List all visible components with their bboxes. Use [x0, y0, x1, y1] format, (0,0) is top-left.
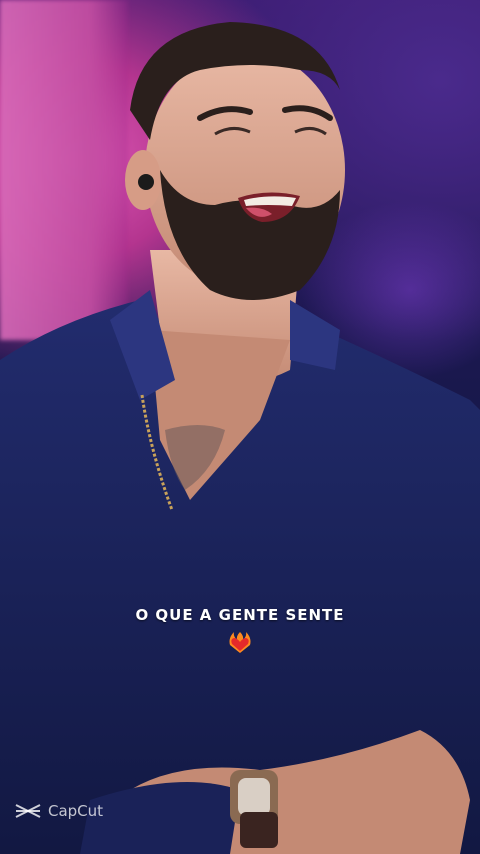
- video-caption: O QUE A GENTE SENTE: [135, 606, 345, 624]
- video-frame: O QUE A GENTE SENTE CapCut: [0, 0, 480, 854]
- capcut-watermark: CapCut: [14, 800, 103, 822]
- heart-on-fire-icon: [229, 632, 251, 653]
- watermark-label: CapCut: [48, 802, 104, 820]
- capcut-logo-icon: [15, 804, 41, 818]
- singer-photo: [0, 22, 480, 854]
